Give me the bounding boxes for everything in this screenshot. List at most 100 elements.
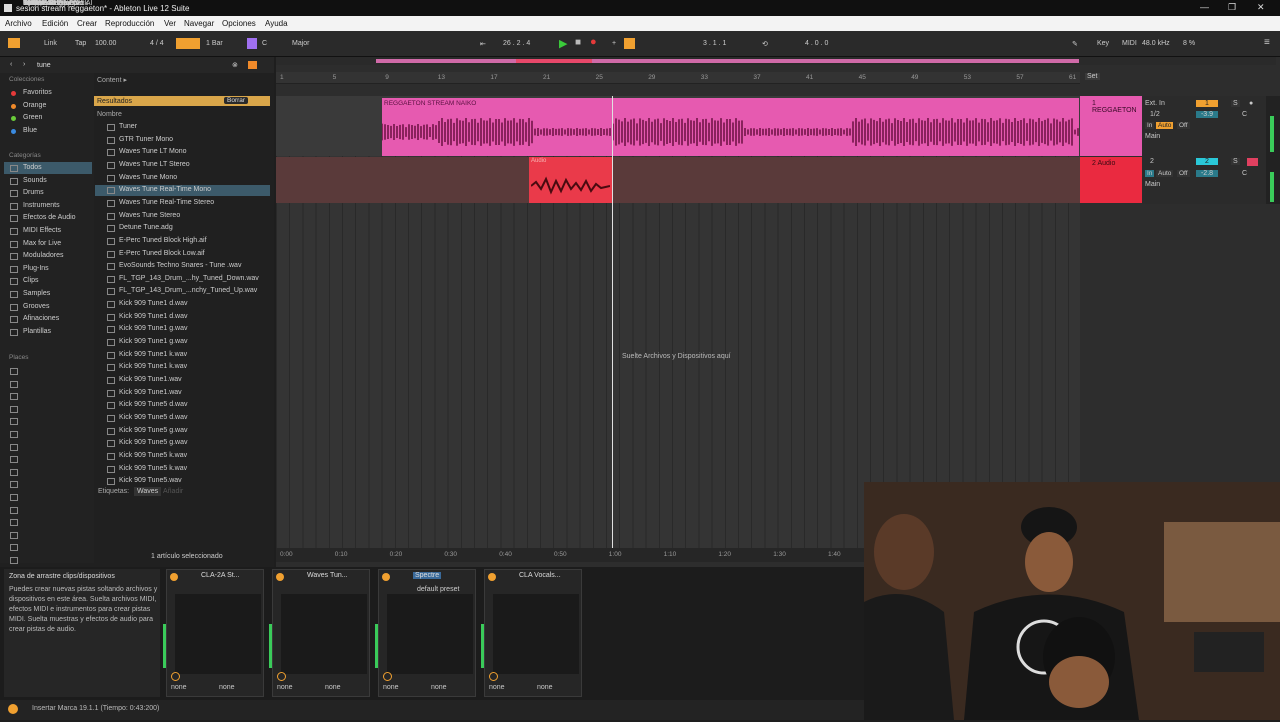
category-item[interactable]: Sounds [23, 177, 47, 184]
minimize-icon[interactable]: — [1200, 2, 1209, 12]
result-item[interactable]: Waves Tune Real-Time Stereo [119, 199, 214, 206]
result-item[interactable]: Waves Tune Real-Time Mono [119, 186, 211, 193]
record-icon[interactable]: ● [590, 36, 597, 48]
name-column-header[interactable]: Nombre [97, 111, 122, 118]
category-item[interactable]: Clips [23, 277, 39, 284]
category-item[interactable]: Moduladores [23, 252, 63, 259]
back-icon[interactable]: ‹ [10, 61, 12, 68]
clear-search-icon[interactable]: ⊗ [232, 61, 238, 69]
chain-select[interactable]: none [325, 684, 341, 691]
track-header-1[interactable]: 1 REGGAETON [1080, 96, 1142, 156]
monitor-off[interactable]: Off [1177, 170, 1190, 177]
draw-mode-icon[interactable]: ✎ [1072, 40, 1078, 48]
result-item[interactable]: Tuner [119, 123, 137, 130]
chain-select[interactable]: none [277, 684, 293, 691]
result-item[interactable]: Kick 909 Tune1 k.wav [119, 363, 187, 370]
collection-item[interactable]: Green [23, 114, 42, 121]
forward-icon[interactable]: › [23, 61, 25, 68]
track-number[interactable]: 1 [1196, 100, 1218, 107]
arm-button[interactable] [1247, 158, 1258, 166]
place-item[interactable]: PROYECTOS 2025 AI [23, 0, 93, 7]
result-item[interactable]: Kick 909 Tune5 g.wav [119, 427, 188, 434]
quantization-select[interactable]: 1 Bar [206, 40, 223, 47]
input-channel-select[interactable]: 1/2 [1150, 111, 1160, 118]
category-item[interactable]: Plantillas [23, 328, 51, 335]
time-signature[interactable]: 4 / 4 [150, 40, 164, 47]
device-power-icon[interactable] [170, 573, 178, 581]
play-icon[interactable]: ▶ [559, 37, 567, 50]
result-item[interactable]: E-Perc Tuned Block Low.aif [119, 250, 205, 257]
input-channel-select[interactable]: 2 [1150, 158, 1154, 165]
metronome-icon[interactable] [176, 38, 200, 49]
result-item[interactable]: EvoSounds Techno Snares - Tune .wav [119, 262, 241, 269]
result-item[interactable]: Kick 909 Tune5 d.wav [119, 414, 188, 421]
volume-field[interactable]: -2.8 [1196, 170, 1218, 177]
search-input[interactable]: tune [37, 62, 51, 69]
result-item[interactable]: GTR Tuner Mono [119, 136, 173, 143]
collection-item[interactable]: Blue [23, 127, 37, 134]
category-item[interactable]: Samples [23, 290, 50, 297]
category-item[interactable]: Efectos de Audio [23, 214, 76, 221]
restore-icon[interactable]: ❐ [1228, 2, 1236, 13]
menu-navegar[interactable]: Navegar [184, 19, 214, 28]
category-item[interactable]: Max for Live [23, 240, 61, 247]
device-3[interactable]: Spectre default preset none none [375, 569, 476, 697]
monitor-auto[interactable]: Auto [1156, 122, 1174, 129]
result-item[interactable]: E-Perc Tuned Block High.aif [119, 237, 207, 244]
loop-start-field[interactable]: 3 . 1 . 1 [703, 40, 726, 47]
content-header[interactable]: Content ▸ [97, 76, 127, 84]
result-item[interactable]: Kick 909 Tune5 g.wav [119, 439, 188, 446]
monitor-in[interactable]: In [1145, 170, 1155, 177]
tag-add[interactable]: Añadir [163, 488, 183, 495]
device-1[interactable]: CLA-2A St... none none [163, 569, 264, 697]
link-icon[interactable] [8, 38, 20, 48]
menu-ver[interactable]: Ver [164, 19, 176, 28]
chain-select[interactable]: none [489, 684, 505, 691]
chain-select[interactable]: none [537, 684, 553, 691]
key-icon[interactable] [247, 38, 257, 49]
result-item[interactable]: Detune Tune.adg [119, 224, 173, 231]
track-number[interactable]: 2 [1196, 158, 1218, 165]
volume-field[interactable]: -3.9 [1196, 111, 1218, 118]
category-item[interactable]: Todos [23, 164, 42, 171]
device-name[interactable]: Spectre [413, 572, 442, 579]
overdub-icon[interactable]: + [612, 40, 616, 47]
set-button[interactable]: Set [1085, 73, 1100, 80]
collection-item[interactable]: Orange [23, 102, 46, 109]
midi-map-button[interactable]: MIDI [1122, 40, 1137, 47]
scale-select[interactable]: Major [292, 40, 310, 47]
result-item[interactable]: Kick 909 Tune1 k.wav [119, 351, 187, 358]
result-item[interactable]: Waves Tune Mono [119, 174, 177, 181]
bar-ruler[interactable]: 1 5 9 13 17 21 25 29 33 37 41 45 49 53 57 61 [276, 72, 1080, 84]
monitor-off[interactable]: Off [1177, 122, 1190, 129]
loop-length-field[interactable]: 4 . 0 . 0 [805, 40, 828, 47]
position-field[interactable]: 26 . 2 . 4 [503, 40, 530, 47]
result-item[interactable]: Waves Tune LT Stereo [119, 161, 190, 168]
macro-knob-icon[interactable] [489, 672, 498, 681]
result-item[interactable]: Waves Tune Stereo [119, 212, 180, 219]
result-item[interactable]: Kick 909 Tune5 k.wav [119, 452, 187, 459]
result-item[interactable]: Kick 909 Tune1 d.wav [119, 313, 188, 320]
result-item[interactable]: Kick 909 Tune1 g.wav [119, 325, 188, 332]
follow-icon[interactable]: ⇤ [480, 40, 486, 48]
solo-button[interactable]: S [1231, 158, 1240, 165]
result-item[interactable]: FL_TGP_143_Drum_...hy_Tuned_Down.wav [119, 275, 259, 282]
loop-icon[interactable]: ⟲ [762, 40, 768, 48]
category-item[interactable]: Afinaciones [23, 315, 59, 322]
pan-field[interactable]: C [1242, 170, 1247, 177]
device-name[interactable]: CLA Vocals... [519, 572, 561, 579]
time-ruler[interactable]: 0:00 0:10 0:20 0:30 0:40 0:50 1:00 1:10 1:20 1:30… [276, 548, 864, 562]
menu-reproduccion[interactable]: Reproducción [105, 19, 154, 28]
pan-field[interactable]: C [1242, 111, 1247, 118]
device-name[interactable]: CLA-2A St... [201, 572, 240, 579]
macro-knob-icon[interactable] [277, 672, 286, 681]
chain-select[interactable]: none [383, 684, 399, 691]
chain-select[interactable]: none [431, 684, 447, 691]
close-icon[interactable]: ✕ [1257, 2, 1265, 13]
result-item[interactable]: Kick 909 Tune1 g.wav [119, 338, 188, 345]
key-select[interactable]: C [262, 40, 267, 47]
clear-button[interactable]: Borrar [224, 97, 249, 104]
result-item[interactable]: Kick 909 Tune5.wav [119, 477, 182, 484]
chain-select[interactable]: none [219, 684, 235, 691]
category-item[interactable]: Instruments [23, 202, 60, 209]
